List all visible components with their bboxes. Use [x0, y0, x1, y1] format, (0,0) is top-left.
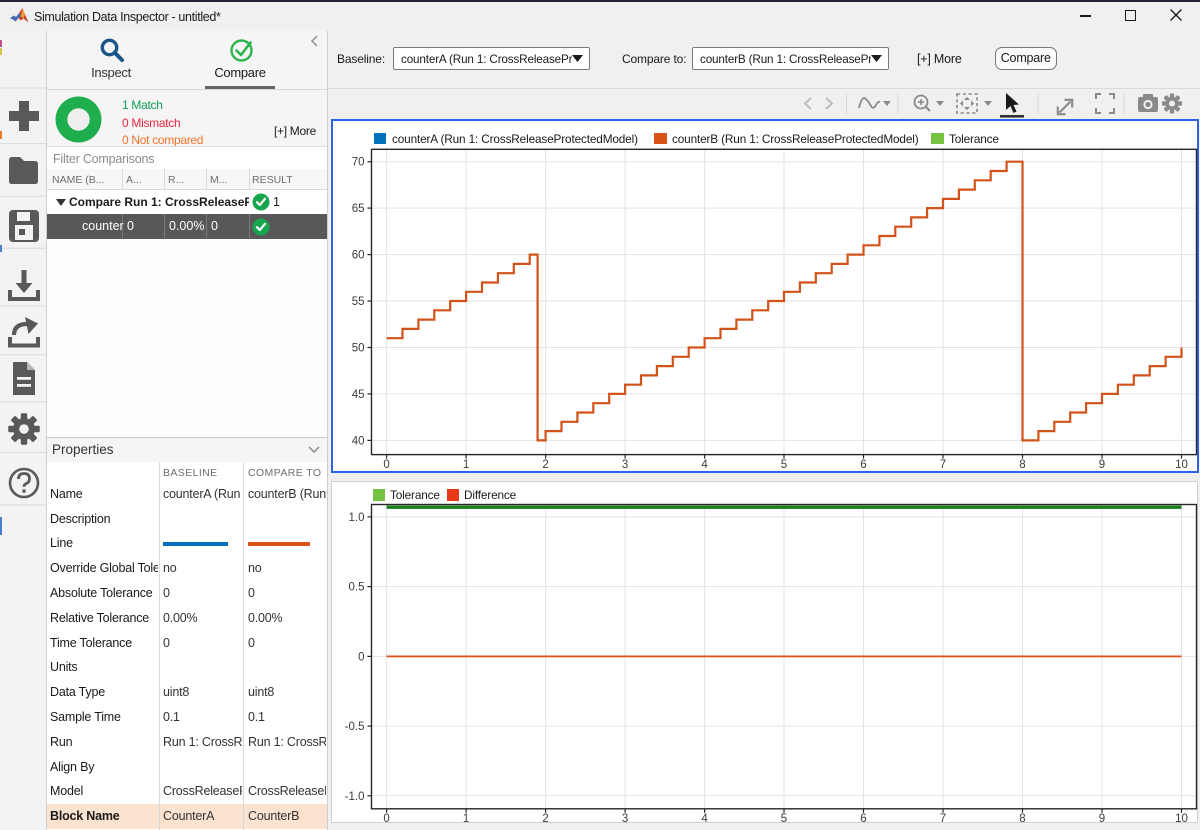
svg-text:45: 45	[352, 389, 365, 401]
svg-text:5: 5	[781, 813, 787, 823]
svg-text:1.0: 1.0	[349, 512, 365, 524]
svg-text:0.5: 0.5	[349, 582, 365, 594]
svg-text:7: 7	[940, 813, 946, 823]
svg-text:1: 1	[463, 813, 469, 823]
svg-text:6: 6	[860, 813, 866, 823]
svg-text:9: 9	[1099, 459, 1105, 471]
svg-text:4: 4	[701, 813, 708, 823]
svg-text:8: 8	[1019, 459, 1025, 471]
svg-text:10: 10	[1175, 459, 1188, 471]
svg-text:2: 2	[542, 459, 548, 471]
svg-text:0: 0	[383, 459, 389, 471]
svg-text:9: 9	[1099, 813, 1105, 823]
svg-text:0: 0	[383, 813, 389, 823]
svg-text:-1.0: -1.0	[345, 791, 365, 803]
svg-text:3: 3	[622, 459, 628, 471]
svg-text:7: 7	[940, 459, 946, 471]
svg-text:1: 1	[463, 459, 469, 471]
svg-text:40: 40	[352, 435, 365, 447]
svg-text:50: 50	[352, 343, 365, 355]
svg-text:5: 5	[781, 459, 787, 471]
svg-text:10: 10	[1175, 813, 1188, 823]
svg-text:6: 6	[860, 459, 866, 471]
svg-text:0: 0	[358, 651, 364, 663]
svg-text:4: 4	[701, 459, 708, 471]
svg-text:8: 8	[1019, 813, 1025, 823]
svg-text:3: 3	[622, 813, 628, 823]
svg-text:70: 70	[352, 157, 365, 169]
svg-text:-0.5: -0.5	[345, 721, 365, 733]
svg-text:60: 60	[352, 250, 365, 262]
svg-text:65: 65	[352, 203, 365, 215]
svg-text:55: 55	[352, 296, 365, 308]
svg-text:2: 2	[542, 813, 548, 823]
